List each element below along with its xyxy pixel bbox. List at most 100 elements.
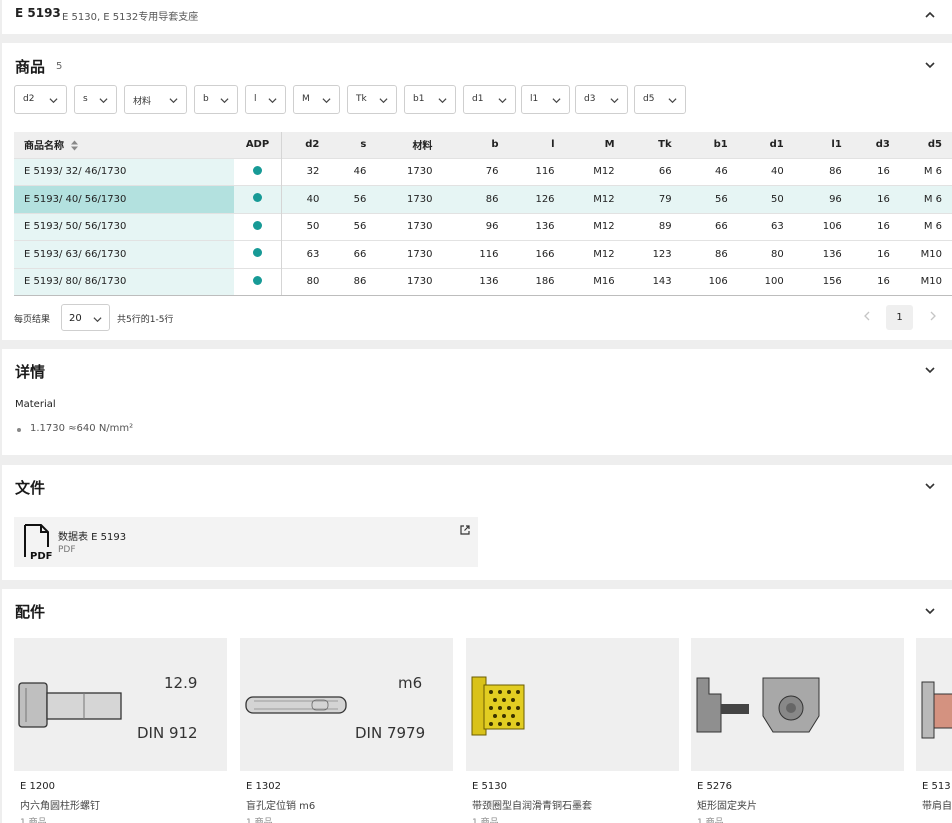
product-name[interactable]: E 5193/ 32/ 46/1730 xyxy=(14,157,235,186)
products-section: 商品 5 d2 s 材料 b l M Tk b1 d1 l1 d3 d5 商品名… xyxy=(2,43,952,340)
chevron-down-icon[interactable] xyxy=(924,59,936,71)
table-cell: 86 xyxy=(442,185,509,213)
chevron-down-icon xyxy=(268,98,277,104)
accessory-card[interactable]: E 5276 矩形固定夹片 1 商品 xyxy=(691,638,904,823)
clamp-image xyxy=(691,638,904,771)
column-header[interactable]: 商品名称 xyxy=(14,132,235,158)
table-cell: 136 xyxy=(508,212,565,241)
table-cell: 136 xyxy=(793,240,852,268)
chevron-right-icon[interactable] xyxy=(928,311,938,321)
filter-material[interactable]: 材料 xyxy=(124,85,187,114)
chevron-down-icon[interactable] xyxy=(924,480,936,492)
table-row[interactable]: E 5193/ 32/ 46/1730 32 46 1730 76 116 M1… xyxy=(14,157,952,186)
table-cell: 116 xyxy=(442,240,509,268)
chevron-down-icon xyxy=(498,98,507,104)
material-value: 1.1730 ≈640 N/mm² xyxy=(30,423,134,434)
chevron-down-icon xyxy=(668,98,677,104)
table-row[interactable]: E 5193/ 50/ 56/1730 50 56 1730 96 136 M1… xyxy=(14,212,952,241)
accessory-qty: 1 商品 xyxy=(20,818,47,823)
chevron-left-icon[interactable] xyxy=(862,311,872,321)
product-name[interactable]: E 5193/ 80/ 86/1730 xyxy=(14,267,235,296)
accessory-name: 矩形固定夹片 xyxy=(697,801,757,812)
chevron-down-icon xyxy=(552,98,561,104)
accessories-section: 配件 12.9 DIN 912 E 1200 内六角圆柱形螺钉 1 商品 m6 … xyxy=(2,589,952,823)
table-cell: 1730 xyxy=(376,267,443,296)
chevron-down-icon xyxy=(322,98,331,104)
table-cell: 16 xyxy=(851,212,900,241)
chevron-down-icon xyxy=(438,98,447,104)
document-item[interactable]: PDF 数据表 E 5193 PDF xyxy=(14,517,478,567)
table-cell: 50 xyxy=(737,185,794,213)
table-row[interactable]: E 5193/ 80/ 86/1730 80 86 1730 136 186 M… xyxy=(14,267,952,296)
accessory-code: E 1200 xyxy=(20,781,55,792)
table-cell: 63 xyxy=(281,240,330,268)
chevron-down-icon[interactable] xyxy=(924,364,936,376)
external-link-icon[interactable] xyxy=(459,524,471,536)
table-cell: 1730 xyxy=(376,185,443,213)
table-cell: M12 xyxy=(564,212,625,241)
filter-tk[interactable]: Tk xyxy=(347,85,397,114)
filter-l1[interactable]: l1 xyxy=(521,85,570,114)
table-header: 商品名称 ADP d2 s 材料 b l M Tk b1 d1 l1 d3 d5 xyxy=(14,132,952,158)
table-cell: 106 xyxy=(793,212,852,241)
table-row-selected[interactable]: E 5193/ 40/ 56/1730 40 56 1730 86 126 M1… xyxy=(14,185,952,213)
chevron-up-icon[interactable] xyxy=(924,9,936,21)
shouldered-bushing-image xyxy=(916,638,952,771)
accessory-code: E 5130 xyxy=(472,781,507,792)
accessory-code: E 513 xyxy=(922,781,951,792)
adp-cell xyxy=(234,212,282,241)
filter-b[interactable]: b xyxy=(194,85,238,114)
column-header: d5 xyxy=(899,132,952,158)
table-cell: 63 xyxy=(737,212,794,241)
filter-b1[interactable]: b1 xyxy=(404,85,456,114)
table-cell: 66 xyxy=(681,212,738,241)
table-cell: 143 xyxy=(624,267,682,296)
accessory-name: 内六角圆柱形螺钉 xyxy=(20,801,100,812)
table-cell: 86 xyxy=(329,267,377,296)
table-cell: 66 xyxy=(624,157,682,186)
table-row[interactable]: E 5193/ 63/ 66/1730 63 66 1730 116 166 M… xyxy=(14,240,952,268)
screw-image: 12.9 DIN 912 xyxy=(14,638,227,771)
accessory-card[interactable]: E 513 带肩自 xyxy=(916,638,952,815)
table-cell: 80 xyxy=(737,240,794,268)
accessory-card[interactable]: E 5130 带颈圈型自润滑青铜石墨套 1 商品 xyxy=(466,638,679,823)
column-header: b1 xyxy=(681,132,738,158)
filter-s[interactable]: s xyxy=(74,85,117,114)
table-cell: 16 xyxy=(851,157,900,186)
adp-cell xyxy=(234,157,282,186)
adp-cell xyxy=(234,240,282,268)
pagination: 每页结果 20 共5行的1-5行 1 xyxy=(14,302,952,332)
section-title: 配件 xyxy=(15,603,46,621)
per-page-select[interactable]: 20 xyxy=(61,304,110,331)
product-name[interactable]: E 5193/ 63/ 66/1730 xyxy=(14,240,235,268)
table-cell: 46 xyxy=(329,157,377,186)
filter-d1[interactable]: d1 xyxy=(463,85,516,114)
table-cell: M10 xyxy=(899,267,952,296)
chevron-down-icon xyxy=(610,98,619,104)
filter-m[interactable]: M xyxy=(293,85,340,114)
chevron-down-icon xyxy=(220,98,229,104)
product-name[interactable]: E 5193/ 40/ 56/1730 xyxy=(14,185,235,213)
documents-section: 文件 PDF 数据表 E 5193 PDF xyxy=(2,465,952,580)
accessory-card[interactable]: 12.9 DIN 912 E 1200 内六角圆柱形螺钉 1 商品 xyxy=(14,638,227,823)
table-cell: 50 xyxy=(281,212,330,241)
chevron-down-icon[interactable] xyxy=(924,605,936,617)
product-code: E 5193 xyxy=(15,6,61,20)
table-cell: 56 xyxy=(329,212,377,241)
table-cell: 16 xyxy=(851,185,900,213)
product-name[interactable]: E 5193/ 50/ 56/1730 xyxy=(14,212,235,241)
page-number[interactable]: 1 xyxy=(886,305,913,330)
table-cell: 56 xyxy=(329,185,377,213)
filter-l[interactable]: l xyxy=(245,85,286,114)
table-cell: 86 xyxy=(793,157,852,186)
filter-d2[interactable]: d2 xyxy=(14,85,67,114)
sort-icon[interactable] xyxy=(70,140,79,151)
chevron-down-icon xyxy=(379,98,388,104)
filter-d5[interactable]: d5 xyxy=(634,85,686,114)
filter-d3[interactable]: d3 xyxy=(575,85,628,114)
adp-cell xyxy=(234,185,282,213)
section-title: 商品 xyxy=(15,58,46,76)
accessory-card[interactable]: m6 DIN 7979 E 1302 盲孔定位销 m6 1 商品 xyxy=(240,638,453,823)
table-cell: 89 xyxy=(624,212,682,241)
table-cell: 106 xyxy=(681,267,738,296)
